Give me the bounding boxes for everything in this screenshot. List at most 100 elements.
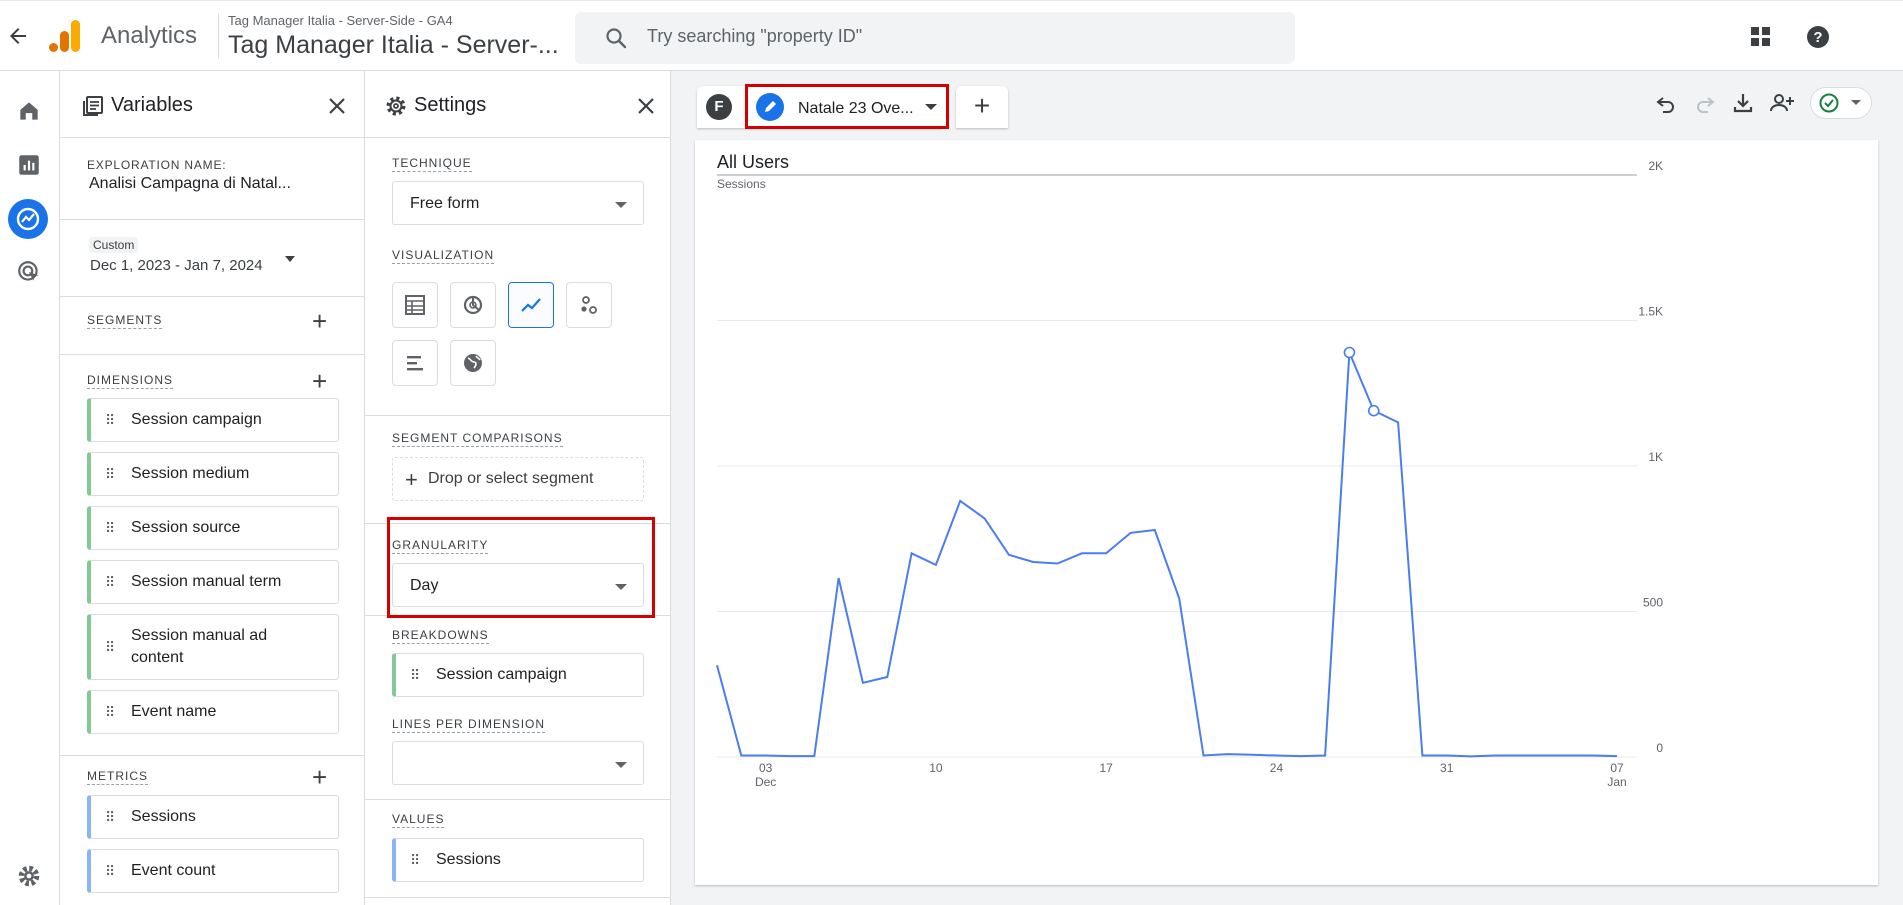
tab-menu-caret-icon[interactable] [925,104,937,110]
explore-icon[interactable] [8,199,48,239]
data-point [1469,754,1473,758]
breakdown-chip[interactable]: ⠿ Session campaign [392,653,644,697]
data-point [1542,754,1546,758]
drag-handle-icon[interactable]: ⠿ [410,852,422,869]
y-tick-label: 500 [1643,596,1663,610]
share-add-user-icon[interactable] [1768,91,1796,115]
admin-settings-icon[interactable] [16,863,42,889]
data-point [1274,754,1278,758]
data-point [1367,404,1380,417]
x-axis-ticks: 03Dec 10 17 24 31 07Jan [755,761,1627,789]
search-placeholder[interactable]: Try searching "property ID" [647,26,862,47]
geo-map-viz-button[interactable] [450,340,496,386]
line-chart-viz-button[interactable] [508,282,554,328]
divider [60,755,364,756]
x-tick-month-label: Jan [1607,775,1626,789]
data-points [739,346,1595,758]
lines-per-dimension-dropdown[interactable] [392,741,644,785]
data-point [1177,596,1181,600]
chart-title: All Users [717,152,790,172]
x-tick-label: 07 [1610,761,1624,775]
table-icon [405,295,425,315]
user-avatar[interactable]: F [706,94,732,120]
drag-handle-icon[interactable]: ⠿ [105,574,117,591]
active-tab[interactable]: Natale 23 Ove... [745,84,949,129]
save-status-button[interactable] [1810,87,1872,119]
dimension-chip[interactable]: ⠿ Session manual term [87,560,339,604]
dimension-chip[interactable]: ⠿ Session manual ad content [87,614,339,680]
metric-chip[interactable]: ⠿ Sessions [87,795,339,839]
metric-chip[interactable]: ⠿ Event count [87,849,339,893]
data-point [764,754,768,758]
donut-chart-icon [463,295,483,315]
drop-segment-text: Drop or select segment [428,470,594,487]
drag-handle-icon[interactable]: ⠿ [105,412,117,429]
drag-handle-icon[interactable]: ⠿ [105,863,117,880]
drag-handle-icon[interactable]: ⠿ [105,466,117,483]
add-segment-icon[interactable]: + [312,308,327,334]
technique-dropdown[interactable]: Free form [392,181,644,225]
help-icon[interactable]: ? [1806,25,1830,49]
technique-label: TECHNIQUE [392,156,472,172]
segment-comparisons-label: SEGMENT COMPARISONS [392,431,563,447]
check-circle-icon [1819,93,1839,113]
table-viz-button[interactable] [392,282,438,328]
date-range-dropdown-icon[interactable] [285,256,295,262]
granularity-highlight [387,517,655,618]
drag-handle-icon[interactable]: ⠿ [410,667,422,684]
drag-handle-icon[interactable]: ⠿ [105,520,117,537]
drag-handle-icon[interactable]: ⠿ [105,704,117,721]
drag-handle-icon[interactable]: ⠿ [105,639,117,656]
drop-segment-target[interactable]: + Drop or select segment [392,457,644,501]
variables-icon [81,94,105,118]
settings-panel: Settings TECHNIQUE Free form VISUALIZATI… [365,71,671,905]
data-point [812,754,816,758]
dimension-chip[interactable]: ⠿ Session campaign [87,398,339,442]
download-icon[interactable] [1731,91,1755,115]
data-point [1591,754,1595,758]
home-icon[interactable] [16,98,42,124]
y-tick-label: 1.5K [1638,305,1663,319]
account-path[interactable]: Tag Manager Italia - Server-Side - GA4 [228,13,453,28]
scatter-icon [581,296,597,314]
analytics-logo-icon [48,18,82,54]
x-tick-label: 24 [1270,761,1284,775]
data-point [885,675,889,679]
data-point [1518,754,1522,758]
add-tab-icon[interactable]: + [956,86,1008,128]
data-point [1396,420,1400,424]
add-metric-icon[interactable]: + [312,764,327,790]
metrics-label: METRICS [87,769,148,785]
value-chip[interactable]: ⠿ Sessions [392,838,644,882]
dimension-chip[interactable]: ⠿ Event name [87,690,339,734]
date-range[interactable]: Dec 1, 2023 - Jan 7, 2024 [90,257,263,274]
data-point [1420,754,1424,758]
data-point [1343,346,1356,359]
drag-handle-icon[interactable]: ⠿ [105,809,117,826]
donut-viz-button[interactable] [450,282,496,328]
bar-chart-viz-button[interactable] [392,340,438,386]
close-variables-icon[interactable] [327,96,347,116]
advertising-icon[interactable] [16,259,42,285]
data-point [837,576,841,580]
data-point [739,754,743,758]
dimension-chip[interactable]: ⠿ Session source [87,506,339,550]
undo-icon[interactable] [1654,92,1678,116]
close-settings-icon[interactable] [636,96,656,116]
reports-icon[interactable] [16,152,42,178]
data-point [788,754,792,758]
svg-text:?: ? [1813,29,1822,46]
back-arrow-icon[interactable] [6,24,30,48]
property-name[interactable]: Tag Manager Italia - Server-... [228,31,559,60]
exploration-name-input[interactable]: Analisi Campagna di Natal... [89,175,291,193]
geo-map-icon [464,354,482,372]
y-tick-label: 0 [1656,741,1663,755]
add-icon: + [405,467,418,492]
add-dimension-icon[interactable]: + [312,368,327,394]
dimension-chip[interactable]: ⠿ Session medium [87,452,339,496]
apps-grid-icon[interactable] [1751,27,1771,47]
y-tick-label: 1K [1648,450,1663,464]
scatter-viz-button[interactable] [566,282,612,328]
divider [60,296,364,297]
redo-icon[interactable] [1693,92,1717,116]
